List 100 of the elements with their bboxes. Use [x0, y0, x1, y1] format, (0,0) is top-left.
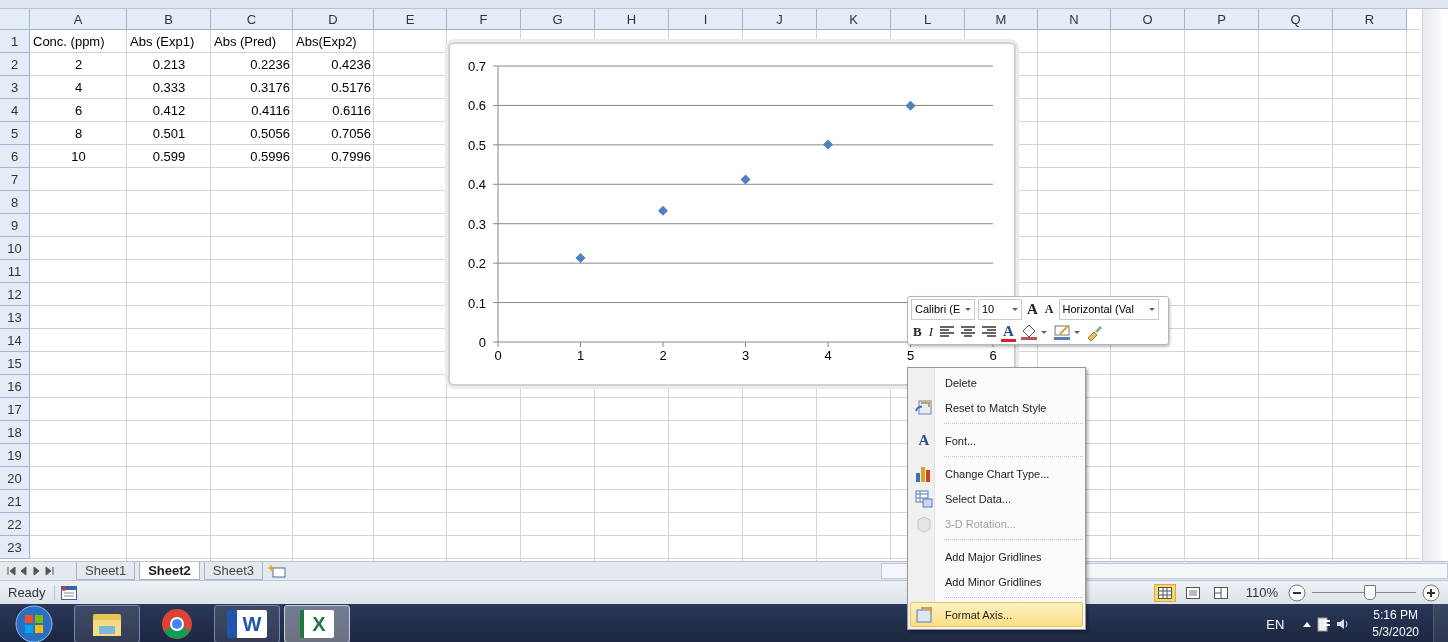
- browser-icon: [161, 608, 193, 640]
- column-header[interactable]: B: [127, 9, 211, 30]
- row-header[interactable]: 8: [0, 191, 30, 214]
- row-header[interactable]: 5: [0, 122, 30, 145]
- speaker-icon[interactable]: [1336, 617, 1351, 631]
- record-macro-icon[interactable]: [60, 585, 77, 600]
- normal-view-button[interactable]: [1153, 583, 1176, 602]
- clock-time[interactable]: 5:16 PM: [1373, 607, 1418, 624]
- row-header[interactable]: 19: [0, 444, 30, 467]
- column-header[interactable]: E: [374, 9, 447, 30]
- bar-chart-icon: [915, 464, 933, 483]
- column-header[interactable]: C: [211, 9, 293, 30]
- row-header[interactable]: 23: [0, 536, 30, 559]
- table-cell-text: 0.213: [151, 56, 187, 74]
- zoom-out-button[interactable]: [1288, 583, 1306, 602]
- zoom-slider-thumb[interactable]: [1364, 585, 1377, 600]
- start-button[interactable]: [12, 604, 56, 642]
- tick-label: 0: [478, 335, 486, 350]
- table-cell-text: 0.7996: [330, 148, 372, 166]
- column-header[interactable]: Q: [1259, 9, 1333, 30]
- column-header[interactable]: O: [1111, 9, 1185, 30]
- menu-item[interactable]: Reset to Match Style: [910, 395, 1083, 420]
- bold-button[interactable]: B: [911, 322, 924, 342]
- table-cell-text: 0.2236: [249, 56, 291, 74]
- sheet-tab[interactable]: Sheet1: [76, 562, 136, 580]
- table-cell-text: Abs(Exp2): [295, 33, 358, 51]
- power-plug-icon[interactable]: [1316, 615, 1333, 633]
- show-hidden-icons-icon[interactable]: [1302, 620, 1313, 628]
- table-cell-text: 0.4116: [250, 102, 291, 120]
- table-cell-text: 8: [73, 125, 84, 143]
- language-indicator[interactable]: EN: [1266, 616, 1285, 632]
- row-header[interactable]: 7: [0, 168, 30, 191]
- chart-element-dropdown[interactable]: Horizontal (Val: [1058, 298, 1159, 320]
- menu-item[interactable]: Add Major Gridlines: [910, 544, 1083, 569]
- tick-label: 5: [906, 348, 915, 363]
- row-header[interactable]: 3: [0, 76, 30, 99]
- column-header[interactable]: I: [669, 9, 743, 30]
- column-header[interactable]: P: [1185, 9, 1259, 30]
- fill-color-icon[interactable]: [1018, 323, 1049, 341]
- menu-item[interactable]: Select Data...: [910, 486, 1083, 511]
- font-color-button[interactable]: A: [1001, 322, 1016, 342]
- sheet-tab[interactable]: Sheet2: [139, 562, 200, 580]
- sheet-tab[interactable]: Sheet3: [203, 562, 264, 580]
- column-header[interactable]: A: [30, 9, 127, 30]
- row-header[interactable]: 11: [0, 260, 30, 283]
- data-point: [658, 205, 668, 216]
- row-header[interactable]: 14: [0, 329, 30, 352]
- table-cell-text: 2: [73, 56, 84, 74]
- column-header[interactable]: G: [521, 9, 595, 30]
- row-header[interactable]: 2: [0, 53, 30, 76]
- row-header[interactable]: 16: [0, 375, 30, 398]
- column-header[interactable]: N: [1038, 9, 1111, 30]
- tick-label: 4: [824, 348, 832, 363]
- column-header[interactable]: K: [817, 9, 891, 30]
- font-size-dropdown[interactable]: 10: [978, 298, 1022, 320]
- font-dropdown[interactable]: Calibri (E: [911, 298, 975, 320]
- column-header[interactable]: F: [447, 9, 521, 30]
- row-header[interactable]: 12: [0, 283, 30, 306]
- row-header[interactable]: 17: [0, 398, 30, 421]
- column-header[interactable]: D: [293, 9, 374, 30]
- italic-button[interactable]: I: [926, 322, 935, 342]
- grow-font-button[interactable]: A: [1025, 299, 1040, 319]
- table-cell-text: Abs (Exp1): [129, 33, 196, 51]
- vertical-scrollbar[interactable]: [1422, 9, 1441, 561]
- row-header[interactable]: 13: [0, 306, 30, 329]
- row-header[interactable]: 4: [0, 99, 30, 122]
- row-header[interactable]: 10: [0, 237, 30, 260]
- row-header[interactable]: 9: [0, 214, 30, 237]
- menu-item[interactable]: Change Chart Type...: [910, 461, 1083, 486]
- column-header[interactable]: J: [743, 9, 817, 30]
- align-center-icon[interactable]: [959, 325, 977, 339]
- menu-item[interactable]: Format Axis...: [910, 602, 1083, 627]
- align-left-icon[interactable]: [938, 325, 956, 339]
- zoom-level[interactable]: 110%: [1245, 585, 1278, 600]
- column-header[interactable]: H: [595, 9, 669, 30]
- word-processor-app-button[interactable]: W: [214, 605, 280, 642]
- row-header[interactable]: 18: [0, 421, 30, 444]
- row-header[interactable]: 6: [0, 145, 30, 168]
- zoom-in-button[interactable]: [1422, 583, 1440, 602]
- tick-label: 3: [741, 348, 750, 363]
- align-right-icon[interactable]: [980, 325, 998, 339]
- table-cell-text: 0.412: [151, 102, 187, 120]
- row-header[interactable]: 1: [0, 30, 30, 53]
- table-cell-text: Conc. (ppm): [32, 33, 106, 51]
- folder-app-button[interactable]: [74, 605, 140, 642]
- menu-item[interactable]: Add Minor Gridlines: [910, 569, 1083, 594]
- spreadsheet-app-button[interactable]: X: [284, 605, 350, 642]
- column-header[interactable]: R: [1333, 9, 1407, 30]
- table-cell-text: 0.333: [151, 79, 187, 97]
- column-header[interactable]: L: [891, 9, 965, 30]
- row-header[interactable]: 21: [0, 490, 30, 513]
- row-header[interactable]: 20: [0, 467, 30, 490]
- clock-date[interactable]: 5/3/2020: [1372, 624, 1419, 641]
- outline-color-icon[interactable]: [1051, 323, 1082, 341]
- row-header[interactable]: 15: [0, 352, 30, 375]
- row-header[interactable]: 22: [0, 513, 30, 536]
- column-header[interactable]: M: [965, 9, 1038, 30]
- menu-item[interactable]: A Font...: [910, 428, 1083, 453]
- cube-icon: [915, 514, 933, 533]
- shrink-font-button[interactable]: A: [1042, 299, 1056, 319]
